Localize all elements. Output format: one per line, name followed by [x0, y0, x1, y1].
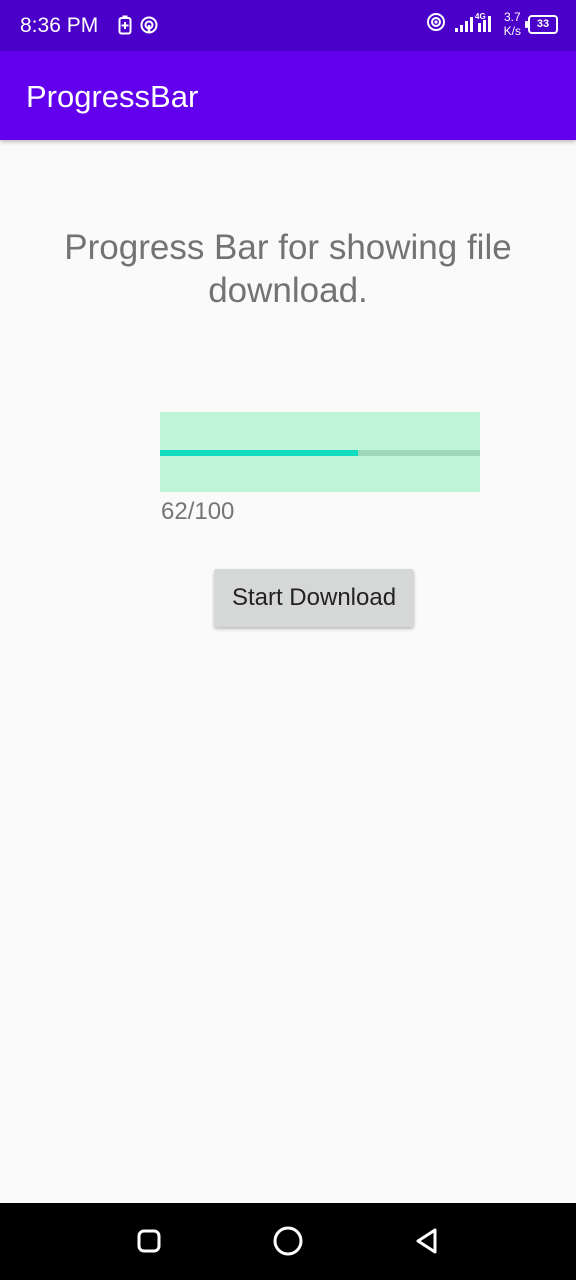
page-heading: Progress Bar for showing file download. [64, 228, 512, 310]
network-speed: 3.7 K/s [504, 10, 521, 38]
progress-fill [160, 450, 359, 456]
battery-icon: 33 [525, 14, 558, 34]
wifi-hotspot-icon [426, 12, 446, 37]
navigation-bar [0, 1203, 576, 1280]
status-right-icons: 4G 3.7 K/s 33 [426, 10, 558, 38]
network-speed-value: 3.7 [503, 10, 521, 24]
hotspot-icon [140, 16, 158, 39]
battery-saver-icon [118, 15, 132, 40]
app-title: ProgressBar [26, 79, 199, 114]
start-download-button[interactable]: Start Download [214, 569, 414, 627]
recent-apps-icon[interactable] [131, 1223, 167, 1259]
status-left-icons [118, 15, 158, 40]
status-bar: 8:36 PM 4G 3.7 K/s 33 [0, 0, 576, 51]
progress-track [160, 450, 480, 456]
progress-label: 62/100 [161, 498, 235, 525]
back-icon[interactable] [409, 1223, 445, 1259]
status-time: 8:36 PM [20, 14, 99, 37]
network-speed-unit: K/s [503, 24, 521, 38]
network-type-label: 4G [475, 12, 486, 21]
signal-icon: 4G [453, 11, 497, 38]
app-bar: ProgressBar [0, 51, 576, 140]
download-progress-bar [160, 412, 480, 492]
home-icon[interactable] [270, 1223, 306, 1259]
